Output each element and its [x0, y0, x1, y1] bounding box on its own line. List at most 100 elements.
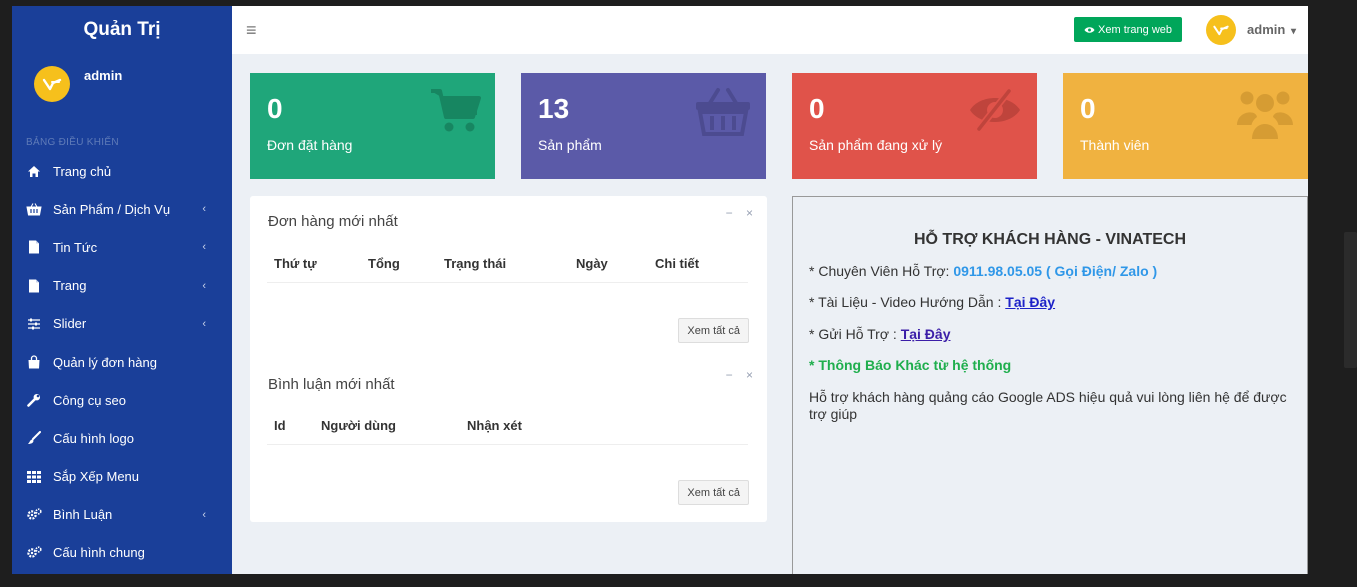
sidebar-item-label: Sắp Xếp Menu — [53, 469, 140, 485]
sidebar-item-sap-xep-menu[interactable]: Sắp Xếp Menu — [12, 458, 232, 496]
comments-table-header: Id Người dùng Nhận xét — [267, 406, 748, 445]
column-header[interactable]: Người dùng — [321, 418, 396, 433]
sliders-icon — [26, 316, 42, 332]
sidebar-item-trang[interactable]: Trang ‹ — [12, 267, 232, 305]
caret-down-icon: ▾ — [1290, 26, 1296, 37]
logo-icon — [1213, 25, 1229, 36]
latest-panels: Đơn hàng mới nhất − × Thứ tự Tổng Trạng … — [250, 196, 767, 522]
column-header[interactable]: Thứ tự — [274, 256, 317, 271]
chevron-left-icon: ‹ — [202, 508, 206, 521]
sidebar-item-cau-hinh-logo[interactable]: Cấu hình logo — [12, 419, 232, 457]
stat-value: 0 — [1080, 93, 1096, 124]
sidebar-item-label: Slider — [53, 316, 87, 332]
admin-app: Quản Trị admin BẢNG ĐIỀU KHIỂN Trang chủ — [12, 6, 1308, 574]
support-docs-link[interactable]: Tại Đây — [1005, 294, 1055, 310]
stat-value: 13 — [538, 93, 570, 124]
support-phone-prefix: * Chuyên Viên Hỗ Trợ: — [809, 263, 954, 279]
orders-view-all-button[interactable]: Xem tất cả — [678, 318, 749, 343]
sidebar-item-quan-ly-don-hang[interactable]: Quản lý đơn hàng — [12, 343, 232, 381]
support-phone-line: * Chuyên Viên Hỗ Trợ: 0911.98.05.05 ( Gọ… — [809, 263, 1157, 279]
minimize-icon[interactable]: − — [726, 368, 733, 382]
sidebar-item-label: Cấu hình chung — [53, 545, 145, 561]
stat-box-members[interactable]: 0 Thành viên — [1063, 73, 1308, 179]
orders-panel-tools: − × — [716, 206, 753, 220]
brand-title[interactable]: Quản Trị — [12, 6, 232, 54]
column-header[interactable]: Id — [274, 418, 286, 433]
menu-toggle-icon[interactable]: ≡ — [246, 20, 257, 41]
support-docs-prefix: * Tài Liệu - Video Hướng Dẫn : — [809, 294, 1006, 310]
sidebar-item-slider[interactable]: Slider ‹ — [12, 305, 232, 343]
column-header[interactable]: Nhận xét — [467, 418, 522, 433]
column-header[interactable]: Tổng — [368, 256, 400, 271]
user-menu[interactable]: admin ▾ — [1247, 22, 1296, 37]
column-header[interactable]: Chi tiết — [655, 256, 699, 271]
cogs-icon — [26, 545, 42, 561]
sidebar-item-label: Trang chủ — [53, 163, 112, 179]
chevron-left-icon: ‹ — [202, 241, 206, 254]
window-scrollbar[interactable] — [1344, 232, 1357, 368]
chevron-left-icon: ‹ — [202, 317, 206, 330]
support-notice: * Thông Báo Khác từ hệ thống — [809, 357, 1012, 373]
sidebar-item-cau-hinh-chung[interactable]: Cấu hình chung — [12, 534, 232, 572]
support-note: Hỗ trợ khách hàng quảng cáo Google ADS h… — [809, 389, 1287, 422]
close-icon[interactable]: × — [746, 368, 753, 382]
column-header[interactable]: Trạng thái — [444, 256, 506, 271]
stat-value: 0 — [267, 93, 283, 124]
file-icon — [26, 239, 42, 255]
visit-site-button[interactable]: Xem trang web — [1074, 17, 1182, 42]
menu-header: BẢNG ĐIỀU KHIỂN — [26, 137, 119, 148]
stat-label: Thành viên — [1080, 137, 1150, 153]
shopping-cart-icon — [429, 87, 481, 140]
home-icon — [26, 163, 42, 179]
wrench-icon — [26, 392, 42, 408]
user-panel: admin — [12, 54, 232, 126]
basket-icon — [694, 87, 752, 142]
sidebar-item-label: Công cụ seo — [53, 392, 126, 408]
sidebar-item-binh-luan[interactable]: Bình Luận ‹ — [12, 496, 232, 534]
sidebar: Quản Trị admin BẢNG ĐIỀU KHIỂN Trang chủ — [12, 6, 232, 574]
basket-icon — [26, 201, 42, 217]
sidebar-item-san-pham[interactable]: Sản Phẩm / Dịch Vụ ‹ — [12, 190, 232, 228]
support-box: HỖ TRỢ KHÁCH HÀNG - VINATECH * Chuyên Vi… — [792, 196, 1308, 574]
stat-label: Sản phẩm — [538, 137, 602, 153]
sidebar-item-label: Bình Luận — [53, 507, 113, 523]
sidebar-item-cong-cu-seo[interactable]: Công cụ seo — [12, 381, 232, 419]
comments-panel-tools: − × — [716, 368, 753, 382]
support-send-link[interactable]: Tại Đây — [901, 326, 951, 342]
orders-panel-title: Đơn hàng mới nhất — [268, 213, 398, 230]
shopping-bag-icon — [26, 354, 42, 370]
grid-icon — [26, 469, 42, 485]
stat-box-processing[interactable]: 0 Sản phẩm đang xử lý — [792, 73, 1037, 179]
orders-table-header: Thứ tự Tổng Trạng thái Ngày Chi tiết — [267, 244, 748, 283]
sidebar-item-label: Trang — [53, 278, 87, 294]
column-header[interactable]: Ngày — [576, 256, 608, 271]
sidebar-item-tin-tuc[interactable]: Tin Tức ‹ — [12, 228, 232, 266]
close-icon[interactable]: × — [746, 206, 753, 220]
users-icon — [1236, 87, 1294, 146]
comments-view-all-button[interactable]: Xem tất cả — [678, 480, 749, 505]
support-send-prefix: * Gửi Hỗ Trợ : — [809, 326, 901, 342]
minimize-icon[interactable]: − — [726, 206, 733, 220]
paintbrush-icon — [26, 430, 42, 446]
top-avatar[interactable] — [1206, 15, 1236, 45]
eye-slash-icon — [967, 87, 1023, 138]
eye-icon — [1084, 26, 1095, 33]
cogs-icon — [26, 507, 42, 523]
chevron-left-icon: ‹ — [202, 203, 206, 216]
support-phone[interactable]: 0911.98.05.05 ( Gọi Điện/ Zalo ) — [953, 263, 1157, 279]
support-docs-line: * Tài Liệu - Video Hướng Dẫn : Tại Đây — [809, 294, 1055, 310]
avatar — [34, 66, 70, 102]
stat-label: Sản phẩm đang xử lý — [809, 137, 943, 153]
top-user-name: admin — [1247, 22, 1286, 37]
sidebar-item-trang-chu[interactable]: Trang chủ — [12, 152, 232, 190]
stat-box-orders[interactable]: 0 Đơn đặt hàng — [250, 73, 495, 179]
topbar: ≡ Xem trang web admin ▾ — [232, 6, 1308, 54]
sidebar-item-label: Cấu hình logo — [53, 430, 134, 446]
comments-panel-title: Bình luận mới nhất — [268, 376, 395, 393]
sidebar-item-label: Tin Tức — [53, 239, 98, 255]
stat-box-products[interactable]: 13 Sản phẩm — [521, 73, 766, 179]
sidebar-item-label: Sản Phẩm / Dịch Vụ — [53, 201, 171, 217]
chevron-left-icon: ‹ — [202, 279, 206, 292]
sidebar-menu: Trang chủ Sản Phẩm / Dịch Vụ ‹ Tin Tức ‹ — [12, 152, 232, 572]
sidebar-item-label: Quản lý đơn hàng — [53, 354, 157, 370]
